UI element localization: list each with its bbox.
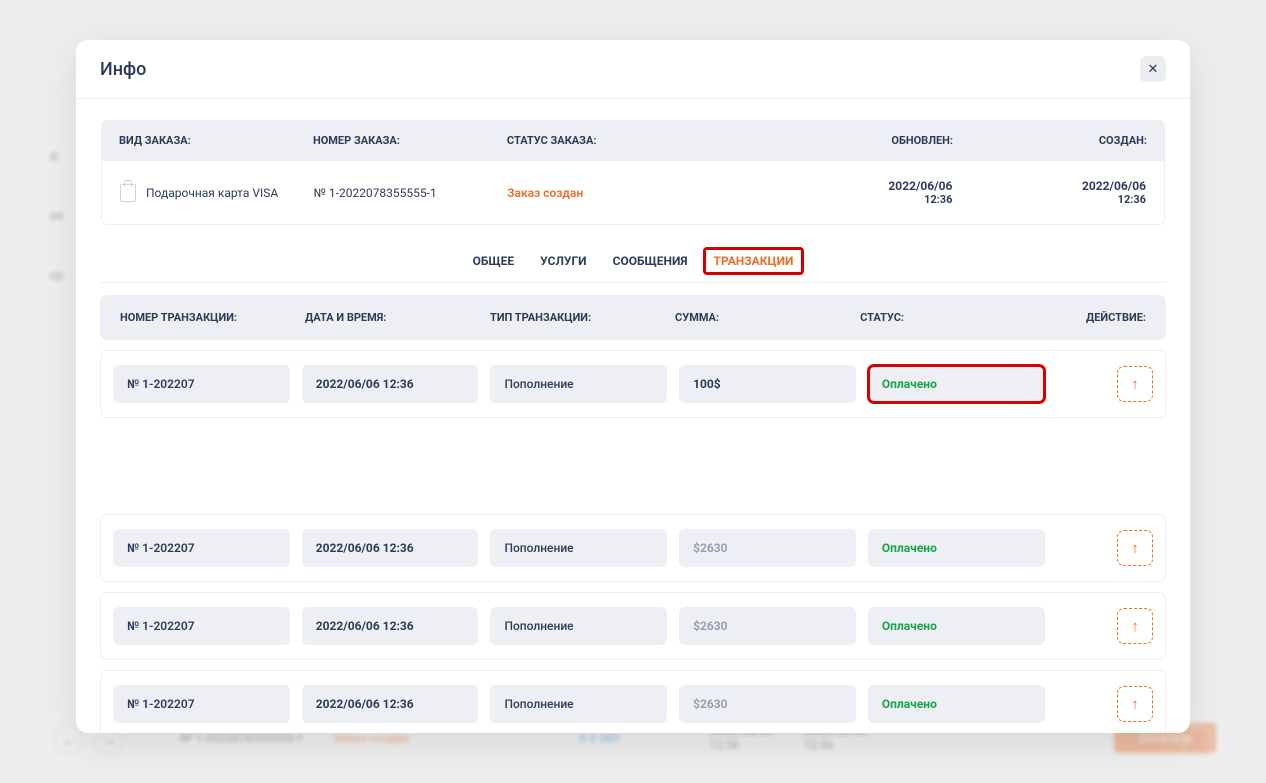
order-created: 2022/06/06 12:36: [952, 179, 1146, 206]
close-button[interactable]: ✕: [1140, 56, 1166, 82]
cell-sum: $2630: [679, 529, 856, 567]
modal-title: Инфо: [100, 59, 146, 80]
order-summary-row: Подарочная карта VISA № 1-2022078355555-…: [101, 161, 1165, 225]
transaction-row: № 1-202207 2022/06/06 12:36 Пополнение 1…: [100, 350, 1166, 418]
comment-block: Комментарий транзакции: Вписать: [100, 410, 1166, 504]
info-modal: Инфо ✕ ВИД ЗАКАЗА: НОМЕР ЗАКАЗА: СТАТУС …: [76, 40, 1190, 733]
transaction-row: № 1-202207 2022/06/06 12:36 Пополнение $…: [100, 514, 1166, 582]
cell-date: 2022/06/06 12:36: [302, 529, 479, 567]
th-type: ТИП ТРАНЗАКЦИИ:: [490, 311, 675, 324]
tab-general[interactable]: ОБЩЕЕ: [463, 248, 525, 274]
col-status: СТАТУС ЗАКАЗА:: [507, 134, 759, 147]
cell-type: Пополнение: [490, 365, 667, 403]
clipboard-icon: [120, 184, 136, 202]
close-icon: ✕: [1148, 62, 1159, 77]
upload-button[interactable]: ↑: [1117, 608, 1153, 644]
col-type: ВИД ЗАКАЗА:: [119, 134, 313, 147]
transactions-header: НОМЕР ТРАНЗАКЦИИ: ДАТА И ВРЕМЯ: ТИП ТРАН…: [100, 295, 1166, 340]
cell-status: Оплачено: [868, 529, 1045, 567]
order-type-label: Подарочная карта VISA: [146, 186, 278, 200]
bg-status: Заказ создан: [333, 731, 409, 745]
tab-services[interactable]: УСЛУГИ: [530, 248, 596, 274]
order-summary: ВИД ЗАКАЗА: НОМЕР ЗАКАЗА: СТАТУС ЗАКАЗА:…: [100, 119, 1166, 226]
order-number: № 1-2022078355555-1: [314, 186, 508, 200]
cell-action: ↑: [1057, 530, 1153, 566]
comment-label: Комментарий транзакции:: [118, 424, 1148, 438]
th-num: НОМЕР ТРАНЗАКЦИИ:: [120, 311, 305, 324]
cell-num: № 1-202207: [113, 529, 290, 567]
col-created: СОЗДАН:: [953, 134, 1147, 147]
order-updated: 2022/06/06 12:36: [759, 179, 953, 206]
tabs: ОБЩЕЕ УСЛУГИ СООБЩЕНИЯ ТРАНЗАКЦИИ: [100, 226, 1166, 283]
cell-sum: $2630: [679, 607, 856, 645]
arrow-up-icon: ↑: [1131, 375, 1139, 393]
col-updated: ОБНОВЛЕН:: [759, 134, 953, 147]
arrow-up-icon: ↑: [1131, 539, 1139, 557]
cell-action: ↑: [1057, 608, 1153, 644]
col-number: НОМЕР ЗАКАЗА:: [313, 134, 507, 147]
scroll-down-icon[interactable]: ↓: [1183, 727, 1211, 755]
cell-type: Пополнение: [490, 685, 667, 723]
modal-header: Инфо ✕: [76, 40, 1190, 99]
th-action: ДЕЙСТВИЕ:: [1045, 311, 1146, 324]
upload-button[interactable]: ↑: [1117, 686, 1153, 722]
cell-date: 2022/06/06 12:36: [302, 365, 479, 403]
order-summary-header: ВИД ЗАКАЗА: НОМЕР ЗАКАЗА: СТАТУС ЗАКАЗА:…: [101, 120, 1165, 161]
upload-button[interactable]: ↑: [1117, 530, 1153, 566]
cell-num: № 1-202207: [113, 685, 290, 723]
cell-num: № 1-202207: [113, 365, 290, 403]
order-type-cell: Подарочная карта VISA: [120, 184, 314, 202]
bg-price: $ 2 383: [579, 731, 619, 745]
order-status: Заказ создан: [507, 186, 759, 200]
cell-type: Пополнение: [490, 607, 667, 645]
arrow-up-icon: ↑: [1131, 695, 1139, 713]
cell-date: 2022/06/06 12:36: [302, 685, 479, 723]
comment-input[interactable]: Вписать: [118, 448, 1148, 486]
cell-num: № 1-202207: [113, 607, 290, 645]
modal-body: ВИД ЗАКАЗА: НОМЕР ЗАКАЗА: СТАТУС ЗАКАЗА:…: [76, 99, 1190, 733]
cell-action: ↑: [1057, 366, 1153, 402]
cell-status: Оплачено: [868, 685, 1045, 723]
transaction-row: № 1-202207 2022/06/06 12:36 Пополнение $…: [100, 592, 1166, 660]
th-sum: СУММА:: [675, 311, 860, 324]
tab-messages[interactable]: СООБЩЕНИЯ: [603, 248, 698, 274]
arrow-up-icon: ↑: [1131, 617, 1139, 635]
transaction-row: № 1-202207 2022/06/06 12:36 Пополнение $…: [100, 670, 1166, 733]
cell-sum: $2630: [679, 685, 856, 723]
cell-type: Пополнение: [490, 529, 667, 567]
cell-action: ↑: [1057, 686, 1153, 722]
tab-transactions[interactable]: ТРАНЗАКЦИИ: [704, 248, 804, 274]
cell-sum: 100$: [679, 365, 856, 403]
cell-date: 2022/06/06 12:36: [302, 607, 479, 645]
cell-status: Оплачено: [868, 365, 1045, 403]
th-status: СТАТУС:: [860, 311, 1045, 324]
th-date: ДАТА И ВРЕМЯ:: [305, 311, 490, 324]
bg-order-num: № 1-2022078355555-1: [180, 731, 303, 745]
cell-status: Оплачено: [868, 607, 1045, 645]
upload-button[interactable]: ↑: [1117, 366, 1153, 402]
